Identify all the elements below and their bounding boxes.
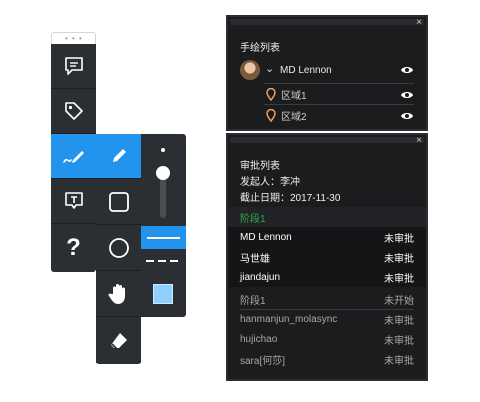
- approval-status: 未审批: [384, 253, 414, 265]
- panel-title: 审批列表: [240, 161, 280, 172]
- approval-status: 未审批: [384, 335, 414, 347]
- eraser-icon: [110, 332, 127, 350]
- eraser-tool-button[interactable]: [96, 318, 141, 363]
- line-dashed-option[interactable]: [141, 250, 186, 272]
- pen-scribble-icon: [62, 151, 84, 163]
- draw-list-panel: × 手绘列表 ⌄ MD Lennon 区域1 区域2: [226, 15, 428, 131]
- approver-row[interactable]: hanmanjun_molasync 未审批: [228, 309, 426, 329]
- avatar: [240, 60, 260, 80]
- approver-name: 马世雄: [240, 253, 270, 265]
- tag-tool-button[interactable]: [51, 89, 96, 134]
- area-row[interactable]: 区域1: [228, 84, 426, 104]
- fill-color-swatch[interactable]: [153, 284, 173, 304]
- approval-status: 未审批: [384, 273, 414, 285]
- initiator-label: 发起人：李冲: [240, 177, 300, 188]
- panel-title: 手绘列表: [240, 43, 280, 54]
- stage-label: 阶段1: [240, 295, 266, 307]
- approver-row[interactable]: hujichao 未审批: [228, 329, 426, 349]
- pen-tool-button[interactable]: [96, 134, 141, 179]
- chat-icon: [64, 57, 83, 75]
- text-box-icon: [64, 192, 83, 209]
- stage-header[interactable]: 阶段1: [228, 207, 426, 227]
- approver-name: hanmanjun_molasync: [240, 313, 338, 325]
- approval-status: 未审批: [384, 315, 414, 327]
- style-submenu: [141, 134, 186, 317]
- approver-row[interactable]: 马世雄 未审批: [228, 247, 426, 267]
- location-pin-icon: [266, 88, 276, 101]
- panel-header-bar: [230, 137, 424, 143]
- draw-tool-button[interactable]: [51, 134, 96, 179]
- hand-tool-button[interactable]: [96, 272, 141, 317]
- rectangle-tool-button[interactable]: [96, 180, 141, 225]
- close-icon[interactable]: ×: [416, 17, 422, 28]
- approval-status: 未审批: [384, 355, 414, 367]
- panel-header-bar: [230, 19, 424, 25]
- help-button[interactable]: ?: [51, 224, 96, 272]
- approver-name: MD Lennon: [240, 231, 292, 243]
- area-row[interactable]: 区域2: [228, 105, 426, 125]
- toolbar-drag-handle[interactable]: • • •: [51, 32, 96, 44]
- question-icon: ?: [66, 234, 81, 261]
- tag-icon: [64, 102, 83, 120]
- size-dot-icon: [161, 148, 165, 152]
- eye-icon[interactable]: [400, 90, 414, 100]
- approver-name: jiandajun: [240, 271, 281, 283]
- line-solid-option[interactable]: [141, 226, 186, 249]
- approver-row[interactable]: sara[何莎] 未审批: [228, 349, 426, 369]
- chevron-down-icon[interactable]: ⌄: [265, 62, 274, 75]
- stage-header[interactable]: 阶段1 未开始: [228, 289, 426, 309]
- approver-row[interactable]: jiandajun 未审批: [228, 267, 426, 287]
- hand-icon: [108, 284, 125, 304]
- stage-label: 阶段1: [240, 213, 266, 225]
- area-label: 区域2: [281, 111, 307, 123]
- approver-row[interactable]: MD Lennon 未审批: [228, 227, 426, 247]
- drag-dots-icon: • • •: [65, 34, 83, 43]
- approver-name: sara[何莎]: [240, 355, 286, 367]
- text-tool-button[interactable]: [51, 179, 96, 224]
- eye-icon[interactable]: [400, 111, 414, 121]
- eye-icon[interactable]: [400, 65, 414, 75]
- circle-tool-button[interactable]: [96, 226, 141, 271]
- rectangle-icon: [108, 192, 129, 212]
- location-pin-icon: [266, 109, 276, 122]
- stage-status: 未开始: [384, 295, 414, 307]
- close-icon[interactable]: ×: [416, 135, 422, 146]
- size-slider-knob[interactable]: [156, 166, 170, 180]
- deadline-label: 截止日期：2017-11-30: [240, 193, 341, 204]
- draw-user-row[interactable]: ⌄ MD Lennon: [228, 59, 426, 81]
- user-name: MD Lennon: [280, 64, 332, 76]
- approval-status: 未审批: [384, 233, 414, 245]
- area-label: 区域1: [281, 90, 307, 102]
- circle-icon: [108, 238, 129, 258]
- comment-tool-button[interactable]: [51, 44, 96, 89]
- pen-icon: [112, 149, 126, 162]
- approval-panel: × 审批列表 发起人：李冲 截止日期：2017-11-30 阶段1 MD Len…: [226, 133, 428, 381]
- approver-name: hujichao: [240, 333, 278, 345]
